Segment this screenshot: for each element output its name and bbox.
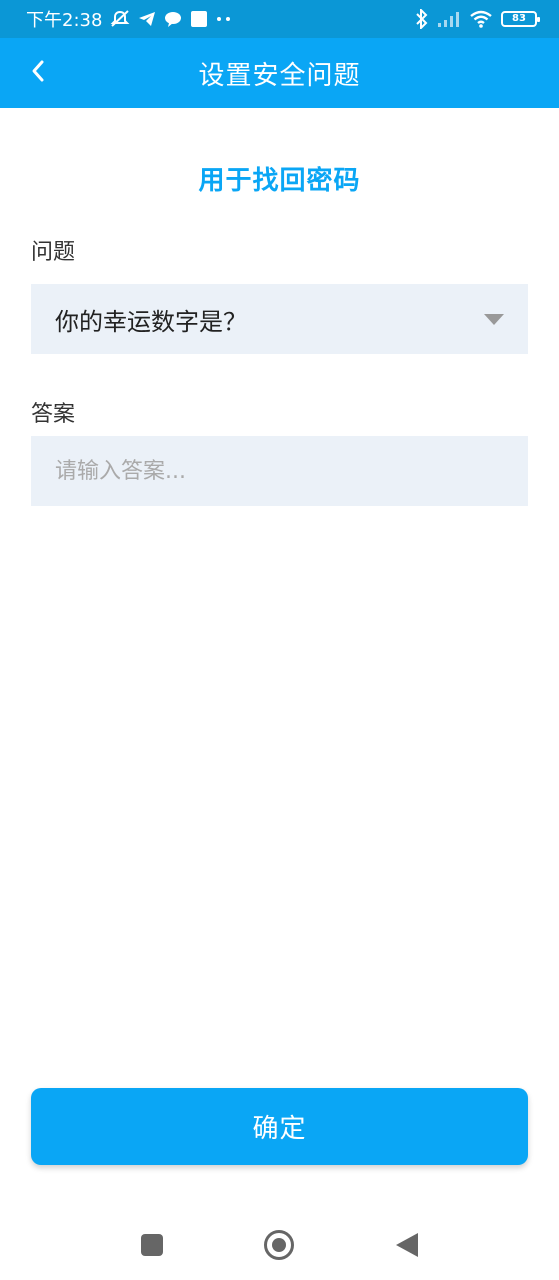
status-right: 83 xyxy=(415,9,540,29)
status-time: 下午2:38 xyxy=(26,10,103,31)
more-dots-icon xyxy=(216,16,232,22)
page-title: 设置安全问题 xyxy=(198,60,361,91)
telegram-icon xyxy=(138,11,156,27)
chevron-left-icon xyxy=(30,59,46,87)
battery-icon: 83 xyxy=(501,11,540,27)
recent-apps-button[interactable] xyxy=(137,1230,167,1260)
system-back-button[interactable] xyxy=(392,1230,422,1260)
recent-apps-icon xyxy=(141,1234,163,1256)
home-icon xyxy=(264,1230,294,1260)
status-left: 下午2:38 xyxy=(26,6,232,32)
bluetooth-icon xyxy=(415,9,429,29)
system-nav-bar xyxy=(0,1208,559,1280)
app-bar: 设置安全问题 xyxy=(0,38,559,108)
answer-label: 答案 xyxy=(31,402,76,427)
battery-level: 83 xyxy=(512,13,526,24)
status-bar: 下午2:38 83 xyxy=(0,0,559,38)
wifi-icon xyxy=(469,10,493,28)
home-button[interactable] xyxy=(264,1230,294,1260)
question-label: 问题 xyxy=(31,240,76,265)
back-button[interactable] xyxy=(18,53,58,93)
answer-input[interactable] xyxy=(31,436,528,506)
form-subtitle: 用于找回密码 xyxy=(198,166,361,196)
square-notification-icon xyxy=(190,10,208,28)
chat-bubble-icon xyxy=(164,11,182,27)
question-select[interactable]: 你的幸运数字是？ xyxy=(31,284,528,354)
signal-icon xyxy=(437,11,461,27)
caret-down-icon xyxy=(484,313,504,325)
back-triangle-icon xyxy=(396,1233,418,1257)
mute-icon xyxy=(110,10,130,28)
confirm-button[interactable]: 确定 xyxy=(31,1088,528,1165)
question-select-value: 你的幸运数字是？ xyxy=(55,307,247,336)
